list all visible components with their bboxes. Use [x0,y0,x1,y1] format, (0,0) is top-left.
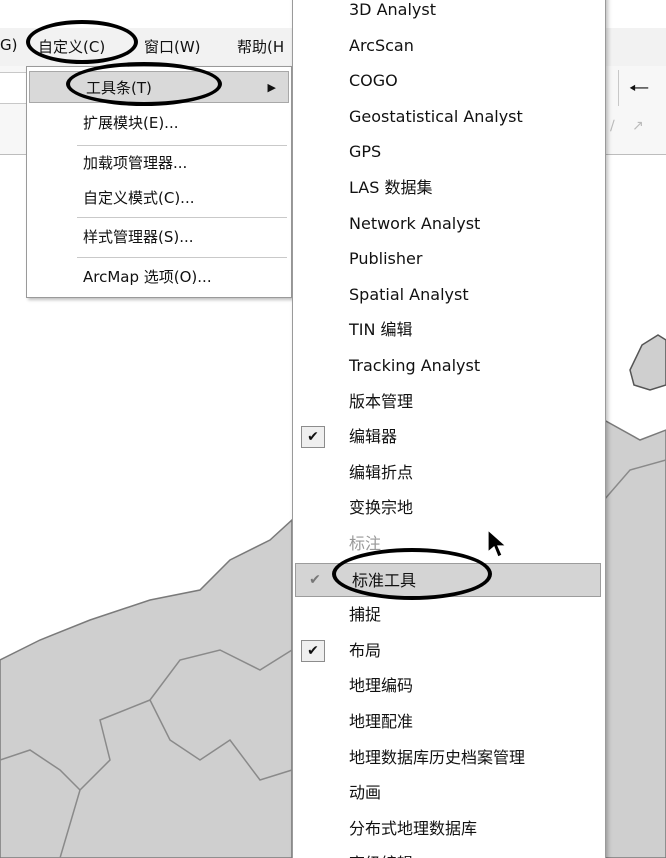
checkmark-icon: ✔ [309,571,321,588]
toolbar-menu-item-label: Network Analyst [349,213,481,233]
menu-item-label: 扩展模块(E)... [83,114,179,132]
toolbar-menu-item[interactable]: 3D Analyst [293,0,605,27]
toolbar-menu-item[interactable]: ArcScan [293,29,605,63]
toolbar-menu-item[interactable]: TIN 编辑 [293,313,605,347]
toolbar-menu-item[interactable]: 变换宗地 [293,491,605,525]
checkmark-icon: ✔ [301,639,325,662]
toolbar-menu-item-label: 动画 [349,783,382,803]
toolbar-menu-item-label: ArcScan [349,35,414,55]
toolbar-menu-item[interactable]: 高级编辑 [293,847,605,858]
toolbar-menu-item-label: 变换宗地 [349,498,414,518]
toolbar-menu-item[interactable]: GPS [293,135,605,169]
menu-item-customize-mode[interactable]: 自定义模式(C)... [27,182,291,214]
toolbar-menu-item-label: 编辑器 [349,427,398,447]
annotation-oval [26,20,138,64]
toolbar-menu-item-label: 地理配准 [349,712,414,731]
arrow-left-icon[interactable]: 🠐 [618,70,659,106]
toolbar-menu-item[interactable]: Publisher [293,242,605,276]
toolbar-menu-item[interactable]: Tracking Analyst [293,349,605,383]
toolbar-menu-item[interactable]: 地理配准 [293,705,605,739]
menu-geoprocessing[interactable]: G) [0,36,17,54]
menu-separator [77,217,287,218]
menu-item-addin-manager[interactable]: 加载项管理器... [27,147,291,179]
toolbar-menu-item[interactable]: 版本管理 [293,385,605,419]
toolbar-menu-item-label: TIN 编辑 [349,320,413,340]
annotation-oval [332,548,492,600]
arcmap-window: G) 自定义(C) 窗口(W) 帮助(H 🠐 ∕ ↗ 工具条(T) ▶ 扩展模块… [0,0,666,858]
map-region [603,418,666,858]
menu-item-extensions[interactable]: 扩展模块(E)... [27,107,291,139]
menu-item-label: 样式管理器(S)... [83,228,194,246]
menu-item-label: ArcMap 选项(O)... [83,268,212,286]
toolbar-menu-item-label: 分布式地理数据库 [349,818,478,838]
toolbar-menu-item-label: Tracking Analyst [349,356,481,375]
checkmark-icon: ✔ [301,426,325,449]
toolbar-menu-item-label: COGO [349,71,398,91]
toolbar-menu-item[interactable]: 动画 [293,776,605,810]
draw-icon[interactable]: ↗ [632,118,644,134]
menu-item-label: 加载项管理器... [83,154,188,172]
toolbar-menu-item-label: 高级编辑 [349,854,413,858]
toolbar-menu-item[interactable]: Network Analyst [293,207,605,241]
toolbars-submenu: 3D Analyst ArcScan COGO Geostatistical Anal… [292,0,606,858]
menu-item-label: 自定义模式(C)... [83,189,195,207]
menu-separator [77,257,287,258]
toolbar-menu-item-label: 布局 [349,640,382,660]
toolbar-menu-item-label: Spatial Analyst [349,284,469,304]
toolbar-menu-item[interactable]: COGO [293,64,605,98]
toolbar-menu-item[interactable]: ✔ 布局 [293,634,605,668]
menu-help[interactable]: 帮助(H [237,36,284,57]
toolbar-menu-item-label: 编辑折点 [349,462,414,482]
menu-item-style-manager[interactable]: 样式管理器(S)... [27,221,291,253]
toolbar-menu-item-label: 地理编码 [349,676,414,696]
toolbar-menu-item-label: Publisher [349,249,423,269]
toolbar-menu-item[interactable]: 分布式地理数据库 [293,812,605,846]
toolbar-menu-item[interactable]: ✔ 编辑器 [293,420,605,454]
mouse-cursor-icon [487,528,508,558]
toolbar-menu-item[interactable]: 编辑折点 [293,456,605,490]
toolbar-menu-item[interactable]: 地理编码 [293,669,605,703]
menu-separator [77,145,287,146]
toolbar-menu-item[interactable]: 捕捉 [293,598,605,632]
submenu-arrow-icon: ▶ [267,81,276,94]
annotation-oval [66,62,222,106]
toolbar-menu-item[interactable]: LAS 数据集 [293,171,605,205]
toolbar-menu-item[interactable]: 地理数据库历史档案管理 [293,741,605,775]
toolbar-menu-item-label: 捕捉 [349,605,382,625]
pencil-icon[interactable]: ∕ [610,118,615,134]
toolbar-menu-item-label: 版本管理 [349,391,414,411]
toolbar-menu-item[interactable]: Geostatistical Analyst [293,100,605,134]
toolbar-menu-item-label: 地理数据库历史档案管理 [349,747,526,767]
menu-window[interactable]: 窗口(W) [144,36,201,57]
toolbar-menu-item-label: GPS [349,142,382,162]
menu-item-arcmap-options[interactable]: ArcMap 选项(O)... [27,261,291,293]
toolbar-menu-item[interactable]: Spatial Analyst [293,278,605,312]
toolbar-menu-item-label: 3D Analyst [349,0,436,19]
toolbar-menu-item-label: Geostatistical Analyst [349,106,523,126]
toolbar-menu-item-label: LAS 数据集 [349,178,433,197]
